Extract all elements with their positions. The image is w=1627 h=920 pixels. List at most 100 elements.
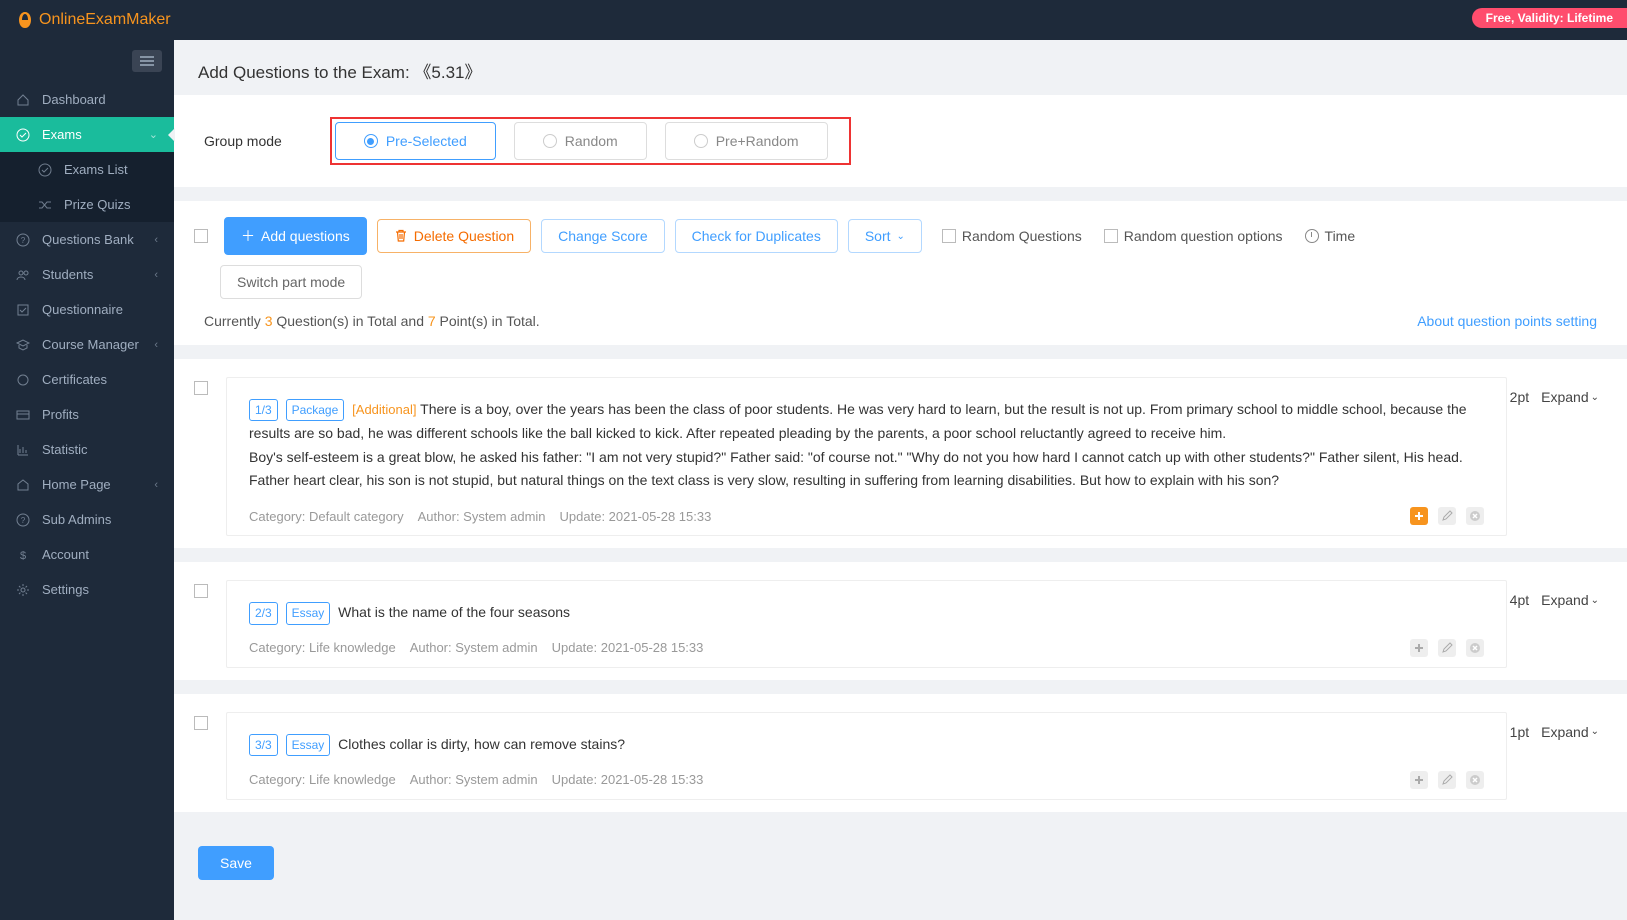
radio-label: Random	[565, 133, 618, 149]
random-questions-checkbox[interactable]: Random Questions	[942, 228, 1082, 244]
edit-icon[interactable]	[1438, 771, 1456, 789]
trash-icon	[394, 229, 408, 243]
sort-button[interactable]: Sort ⌄	[848, 219, 922, 253]
question-text: 3/3 Essay Clothes collar is dirty, how c…	[249, 733, 1484, 757]
chevron-down-icon: ⌄	[1591, 595, 1599, 606]
chevron-left-icon: ‹	[154, 339, 158, 351]
edit-icon[interactable]	[1438, 639, 1456, 657]
users-icon	[16, 268, 32, 282]
question-checkbox[interactable]	[194, 381, 208, 395]
question-index-tag: 1/3	[249, 399, 278, 421]
sidebar-item-students[interactable]: Students‹	[0, 257, 174, 292]
sidebar-item-course-manager[interactable]: Course Manager‹	[0, 327, 174, 362]
question-actions	[1410, 771, 1484, 789]
question-panel: 3/3 Essay Clothes collar is dirty, how c…	[174, 694, 1627, 812]
question-body: 3/3 Essay Clothes collar is dirty, how c…	[226, 712, 1507, 800]
check-icon	[38, 163, 54, 177]
sidebar-item-account[interactable]: $ Account	[0, 537, 174, 572]
sidebar-item-sub-admins[interactable]: ? Sub Admins	[0, 502, 174, 537]
select-all-checkbox[interactable]	[194, 229, 208, 243]
question-body: 2/3 Essay What is the name of the four s…	[226, 580, 1507, 668]
question-meta-left: Category: Life knowledgeAuthor: System a…	[249, 772, 717, 787]
question-side: 4pt Expand⌄	[1507, 580, 1607, 610]
add-icon[interactable]	[1410, 771, 1428, 789]
question-checkbox[interactable]	[194, 716, 208, 730]
question-panel: 2/3 Essay What is the name of the four s…	[174, 562, 1627, 680]
change-score-button[interactable]: Change Score	[541, 219, 665, 253]
delete-icon[interactable]	[1466, 771, 1484, 789]
chevron-down-icon: ⌄	[1591, 392, 1599, 403]
sidebar-item-dashboard[interactable]: Dashboard	[0, 82, 174, 117]
sidebar-item-exams[interactable]: Exams⌄	[0, 117, 174, 152]
sidebar-item-questionnaire[interactable]: Questionnaire	[0, 292, 174, 327]
sidebar-item-certificates[interactable]: Certificates	[0, 362, 174, 397]
delete-icon[interactable]	[1466, 639, 1484, 657]
nav-label: Sub Admins	[42, 512, 111, 527]
nav-label: Prize Quizs	[64, 197, 130, 212]
check-icon	[16, 128, 32, 142]
group-mode-option-pre-random[interactable]: Pre+Random	[665, 122, 828, 160]
question-points: 4pt	[1510, 592, 1529, 608]
sidebar-subitem-prize-quizs[interactable]: Prize Quizs	[0, 187, 174, 222]
question-body: 1/3 Package [Additional] There is a boy,…	[226, 377, 1507, 536]
summary-text: Currently 3 Question(s) in Total and 7 P…	[204, 313, 540, 329]
expand-button[interactable]: Expand⌄	[1541, 389, 1599, 405]
question-update: Update: 2021-05-28 15:33	[552, 772, 704, 787]
sidebar-item-statistic[interactable]: Statistic	[0, 432, 174, 467]
switch-part-mode-button[interactable]: Switch part mode	[220, 265, 362, 299]
question-type-tag: Package	[286, 399, 345, 421]
sidebar-item-settings[interactable]: Settings	[0, 572, 174, 607]
about-points-link[interactable]: About question points setting	[1417, 313, 1597, 329]
sidebar-subitem-exams-list[interactable]: Exams List	[0, 152, 174, 187]
question-text: 2/3 Essay What is the name of the four s…	[249, 601, 1484, 625]
nav-label: Exams List	[64, 162, 128, 177]
home-icon	[16, 93, 32, 107]
save-button[interactable]: Save	[198, 846, 274, 880]
sidebar-item-questions-bank[interactable]: ?Questions Bank‹	[0, 222, 174, 257]
question-category: Category: Life knowledge	[249, 772, 396, 787]
group-mode-option-random[interactable]: Random	[514, 122, 647, 160]
question-checkbox[interactable]	[194, 584, 208, 598]
question-panel: 1/3 Package [Additional] There is a boy,…	[174, 359, 1627, 548]
question-icon: ?	[16, 233, 32, 247]
question-category: Category: Life knowledge	[249, 640, 396, 655]
add-icon[interactable]	[1410, 507, 1428, 525]
nav-label: Profits	[42, 407, 79, 422]
chevron-left-icon: ‹	[154, 479, 158, 491]
delete-icon[interactable]	[1466, 507, 1484, 525]
add-questions-button[interactable]: ＋ Add questions	[224, 217, 367, 255]
time-option[interactable]: Time	[1305, 228, 1356, 244]
add-icon[interactable]	[1410, 639, 1428, 657]
shuffle-icon	[38, 198, 54, 212]
svg-text:?: ?	[21, 516, 26, 525]
grad-icon	[16, 338, 32, 352]
nav-label: Account	[42, 547, 89, 562]
question-actions	[1410, 639, 1484, 657]
expand-button[interactable]: Expand⌄	[1541, 724, 1599, 740]
chart-icon	[16, 443, 32, 457]
nav-label: Certificates	[42, 372, 107, 387]
sidebar-item-home-page[interactable]: Home Page‹	[0, 467, 174, 502]
group-mode-option-pre-selected[interactable]: Pre-Selected	[335, 122, 496, 160]
question-category: Category: Default category	[249, 509, 404, 524]
sidebar-item-profits[interactable]: Profits	[0, 397, 174, 432]
question-update: Update: 2021-05-28 15:33	[560, 509, 712, 524]
delete-question-button[interactable]: Delete Question	[377, 219, 531, 253]
group-mode-highlight: Pre-Selected Random Pre+Random	[330, 117, 851, 165]
question-text: 1/3 Package [Additional] There is a boy,…	[249, 398, 1484, 493]
page-title: Add Questions to the Exam: 《5.31》	[174, 40, 1627, 95]
question-points: 2pt	[1510, 389, 1529, 405]
question-author: Author: System admin	[418, 509, 546, 524]
question-meta: Category: Life knowledgeAuthor: System a…	[249, 639, 1484, 657]
edit-icon[interactable]	[1438, 507, 1456, 525]
question-update: Update: 2021-05-28 15:33	[552, 640, 704, 655]
hamburger-icon	[140, 56, 154, 66]
topbar: OnlineExamMaker Free, Validity: Lifetime	[0, 0, 1627, 40]
nav-label: Questions Bank	[42, 232, 134, 247]
sidebar-toggle-button[interactable]	[132, 50, 162, 72]
check-duplicates-button[interactable]: Check for Duplicates	[675, 219, 838, 253]
random-options-checkbox[interactable]: Random question options	[1104, 228, 1283, 244]
question-index-tag: 2/3	[249, 602, 278, 624]
expand-button[interactable]: Expand⌄	[1541, 592, 1599, 608]
svg-text:$: $	[20, 550, 26, 562]
